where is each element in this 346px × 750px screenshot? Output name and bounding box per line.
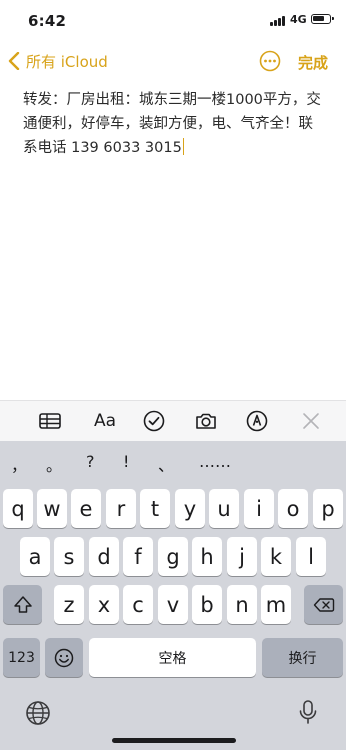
- nav-bar: 所有 iCloud 完成: [0, 44, 346, 78]
- candidate-question[interactable]: ?: [86, 452, 95, 471]
- home-indicator[interactable]: [112, 738, 236, 743]
- key-w[interactable]: w: [37, 489, 67, 528]
- back-button[interactable]: 所有 iCloud: [8, 48, 108, 74]
- key-h[interactable]: h: [192, 537, 222, 576]
- candidate-bar: ， 。 ? ! 、 ……: [0, 441, 346, 485]
- camera-icon: [196, 413, 216, 429]
- key-s[interactable]: s: [54, 537, 84, 576]
- return-key[interactable]: 换行: [262, 638, 343, 677]
- key-y[interactable]: y: [175, 489, 205, 528]
- network-type: 4G: [290, 13, 307, 26]
- key-x[interactable]: x: [89, 585, 119, 624]
- shift-key[interactable]: [3, 585, 42, 624]
- emoji-icon: [54, 648, 74, 667]
- more-options-icon[interactable]: [259, 50, 281, 72]
- shift-arrow-icon: [13, 595, 32, 613]
- key-o[interactable]: o: [278, 489, 308, 528]
- numbers-key[interactable]: 123: [3, 638, 40, 677]
- checkmark-circle-icon: [143, 410, 165, 432]
- delete-key[interactable]: [304, 585, 343, 624]
- text-format-button[interactable]: Aa: [90, 409, 120, 433]
- key-j[interactable]: j: [227, 537, 257, 576]
- key-f[interactable]: f: [123, 537, 153, 576]
- key-c[interactable]: c: [123, 585, 153, 624]
- key-l[interactable]: l: [296, 537, 326, 576]
- key-r[interactable]: r: [106, 489, 136, 528]
- pen-markup-icon: [246, 410, 268, 432]
- text-cursor: [182, 138, 185, 155]
- candidate-exclaim[interactable]: !: [123, 452, 129, 471]
- key-g[interactable]: g: [158, 537, 188, 576]
- status-bar: 6:42 4G: [0, 0, 346, 40]
- key-v[interactable]: v: [158, 585, 188, 624]
- globe-icon[interactable]: [24, 699, 52, 727]
- battery-icon: [311, 14, 334, 24]
- close-toolbar-button[interactable]: [298, 409, 324, 433]
- key-t[interactable]: t: [140, 489, 170, 528]
- back-label: 所有 iCloud: [26, 52, 108, 71]
- backspace-icon: [313, 597, 334, 612]
- checklist-button[interactable]: [141, 409, 167, 433]
- key-b[interactable]: b: [192, 585, 222, 624]
- chevron-left-icon: [8, 52, 20, 70]
- done-button[interactable]: 完成: [298, 52, 328, 73]
- close-icon: [303, 413, 319, 429]
- camera-button[interactable]: [193, 409, 219, 433]
- key-m[interactable]: m: [261, 585, 291, 624]
- microphone-icon[interactable]: [294, 698, 322, 726]
- emoji-key[interactable]: [45, 638, 83, 677]
- table-button[interactable]: [37, 409, 63, 433]
- status-time: 6:42: [28, 12, 67, 30]
- key-q[interactable]: q: [3, 489, 33, 528]
- candidate-ellipsis[interactable]: ……: [199, 452, 231, 471]
- markup-button[interactable]: [244, 409, 270, 433]
- key-k[interactable]: k: [261, 537, 291, 576]
- key-a[interactable]: a: [20, 537, 50, 576]
- note-text: 转发：厂房出租：城东三期一楼1000平方，交通便利，好停车，装卸方便，电、气齐全…: [23, 92, 321, 156]
- key-p[interactable]: p: [313, 489, 343, 528]
- key-i[interactable]: i: [244, 489, 274, 528]
- key-u[interactable]: u: [209, 489, 239, 528]
- candidate-period[interactable]: 。: [46, 452, 62, 476]
- key-d[interactable]: d: [89, 537, 119, 576]
- key-n[interactable]: n: [227, 585, 257, 624]
- key-z[interactable]: z: [54, 585, 84, 624]
- candidate-enum-comma[interactable]: 、: [158, 452, 174, 476]
- note-editor[interactable]: 转发：厂房出租：城东三期一楼1000平方，交通便利，好停车，装卸方便，电、气齐全…: [23, 88, 323, 160]
- candidate-comma[interactable]: ，: [11, 452, 27, 476]
- key-e[interactable]: e: [71, 489, 101, 528]
- format-toolbar: Aa: [0, 400, 346, 441]
- space-key[interactable]: 空格: [89, 638, 256, 677]
- cellular-signal-icon: [270, 15, 288, 26]
- table-icon: [39, 413, 61, 429]
- keyboard: ， 。 ? ! 、 …… q w e r t y u i o p a s d f…: [0, 441, 346, 750]
